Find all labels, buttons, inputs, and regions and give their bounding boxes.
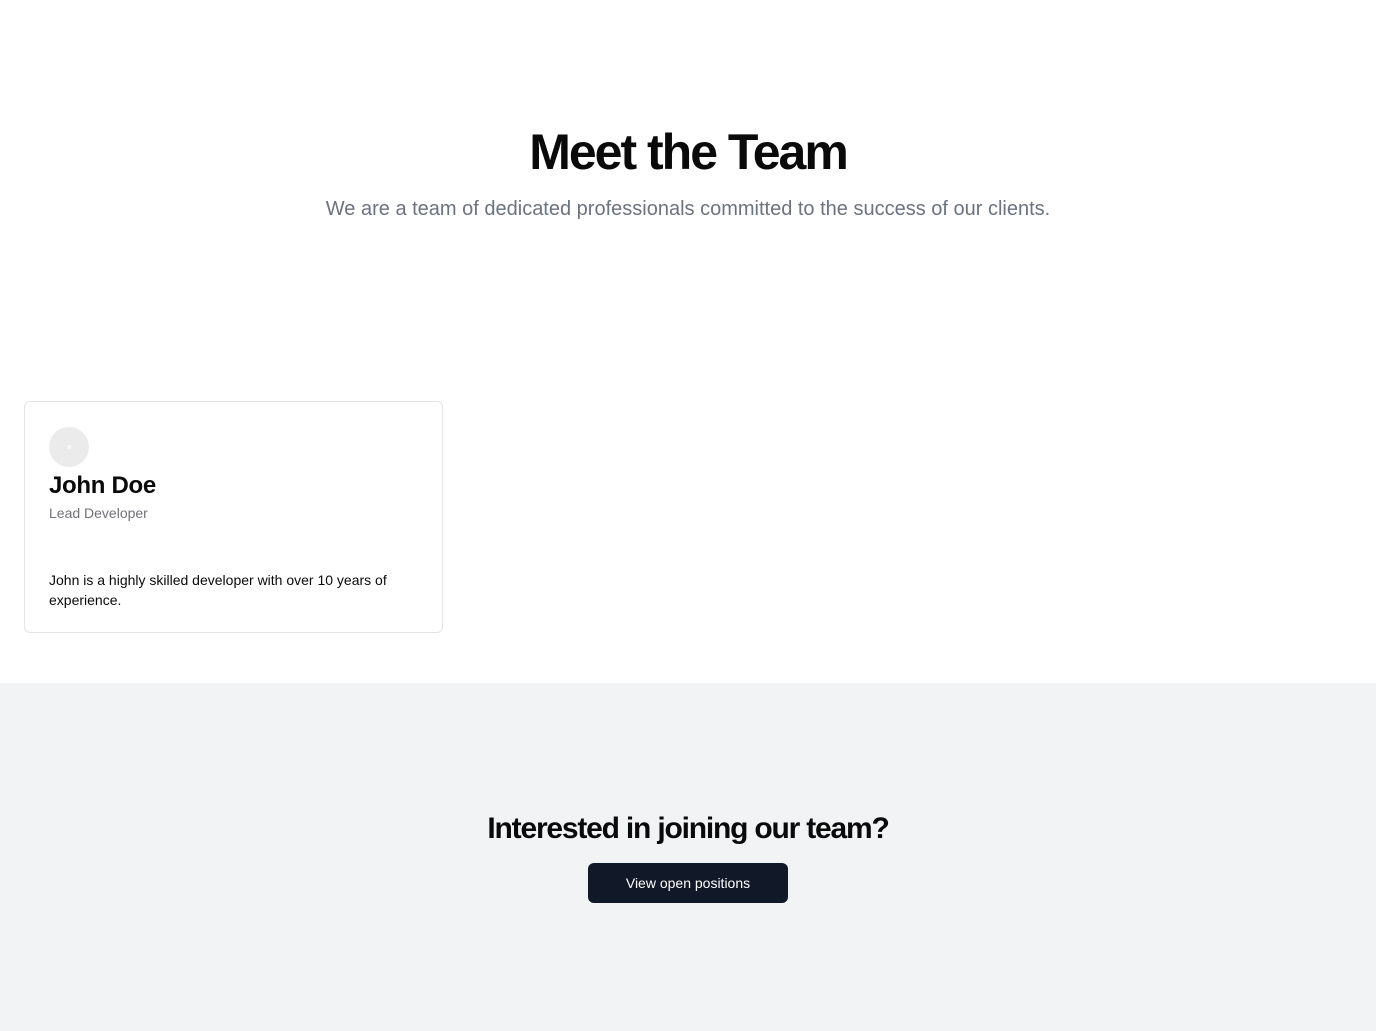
team-hero-section: Meet the Team We are a team of dedicated… — [0, 0, 1376, 683]
avatar — [49, 427, 89, 467]
cta-heading: Interested in joining our team? — [487, 812, 889, 845]
member-role: Lead Developer — [49, 505, 148, 521]
page-subtitle: We are a team of dedicated professionals… — [325, 198, 1051, 220]
view-open-positions-button[interactable]: View open positions — [588, 863, 788, 903]
avatar-placeholder-icon — [67, 445, 71, 449]
team-member-card: John Doe Lead Developer John is a highly… — [24, 401, 443, 633]
join-team-section: Interested in joining our team? View ope… — [0, 683, 1376, 1031]
member-bio: John is a highly skilled developer with … — [49, 572, 387, 608]
page-title: Meet the Team — [529, 124, 849, 180]
member-name: John Doe — [49, 472, 156, 499]
